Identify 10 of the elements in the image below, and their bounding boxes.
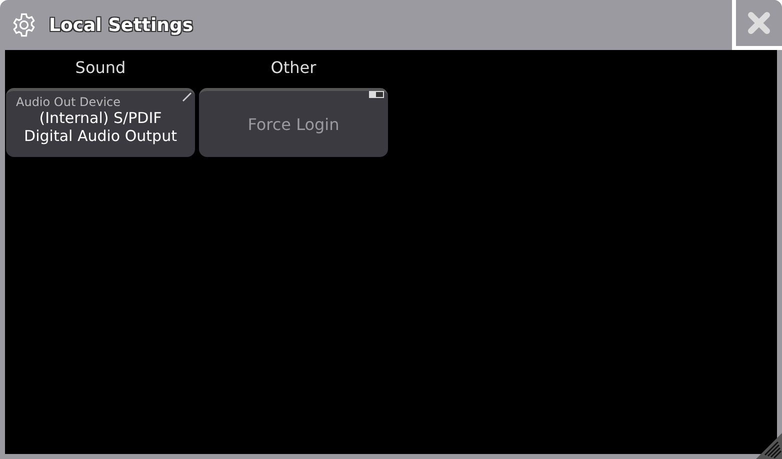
close-button[interactable] [732, 0, 782, 50]
toggle-button[interactable]: Force Login [199, 88, 388, 157]
window-title: Local Settings [49, 14, 194, 36]
section-title: Other [270, 57, 318, 79]
setting-button[interactable]: Audio Out Device (Internal) S/PDIF Digital Audio Output [6, 88, 195, 157]
settings-icon [11, 12, 37, 38]
pencil-icon [182, 92, 192, 102]
close-icon [746, 10, 772, 36]
section-title: Sound [74, 57, 127, 79]
toggle-icon [369, 91, 384, 98]
